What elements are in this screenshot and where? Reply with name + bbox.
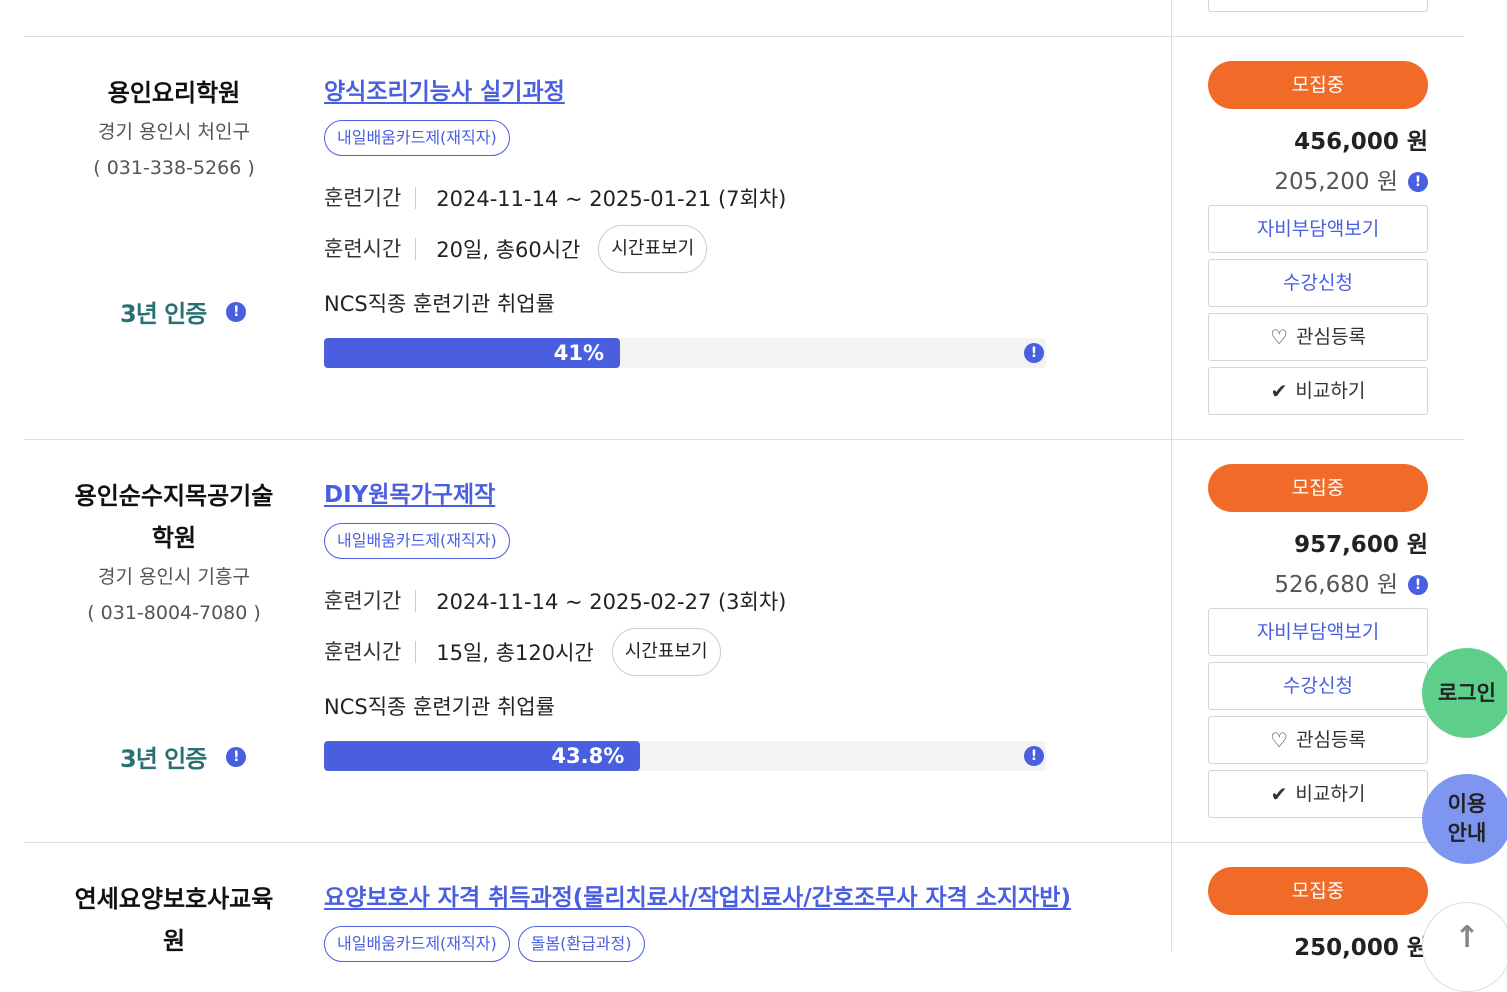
hours-value: 15일, 총120시간 bbox=[436, 641, 594, 665]
period-label: 훈련기간 bbox=[324, 590, 417, 612]
employment-rate-fill: 43.8% bbox=[324, 741, 641, 771]
tag-badge: 돌봄(환급과정) bbox=[517, 926, 645, 962]
ncs-label: NCS직종 훈련기관 취업률 bbox=[324, 292, 555, 316]
course-details: 요양보호사 자격 취득과정(물리치료사/작업치료사/간호조무사 자격 소지자반)… bbox=[324, 882, 1144, 962]
tag-badge: 내일배움카드제(재직자) bbox=[324, 926, 510, 962]
heart-icon: ♡ bbox=[1270, 325, 1288, 349]
institution-name[interactable]: 용인순수지목공기술 학원 bbox=[64, 475, 284, 559]
hours-label: 훈련시간 bbox=[324, 238, 417, 260]
course-title-link[interactable]: DIY원목가구제작 bbox=[324, 479, 1144, 511]
course-tags: 내일배움카드제(재직자) 돌봄(환급과정) bbox=[324, 926, 1144, 962]
course-price: 456,000 원 bbox=[1294, 129, 1428, 155]
institution-info: 용인순수지목공기술 학원 경기 용인시 기흥구 ( 031-8004-7080 ) bbox=[64, 475, 284, 631]
guide-button[interactable]: 이용 안내 bbox=[1422, 774, 1507, 864]
course-details: DIY원목가구제작 내일배움카드제(재직자) 훈련기간 2024-11-14 ~… bbox=[324, 479, 1144, 771]
info-icon[interactable]: ! bbox=[1024, 343, 1044, 363]
certification-badge: 3년 인증 ! bbox=[120, 739, 247, 774]
period-value: 2024-11-14 ~ 2025-02-27 (3회차) bbox=[436, 590, 787, 614]
institution-info: 연세요양보호사교육 원 bbox=[64, 878, 284, 962]
previous-button-stub[interactable] bbox=[1208, 0, 1428, 12]
self-pay-button[interactable]: 자비부담액보기 bbox=[1208, 608, 1428, 656]
course-tags: 내일배움카드제(재직자) bbox=[324, 120, 1144, 156]
column-divider bbox=[1171, 0, 1172, 951]
compare-button[interactable]: ✔ 비교하기 bbox=[1208, 770, 1428, 818]
info-icon[interactable]: ! bbox=[1024, 746, 1044, 766]
arrow-up-icon[interactable]: ↑ bbox=[1422, 902, 1507, 992]
training-period: 훈련기간 2024-11-14 ~ 2025-02-27 (3회차) bbox=[324, 581, 1144, 621]
course-tags: 내일배움카드제(재직자) bbox=[324, 523, 1144, 559]
course-actions: 모집중 957,600 원 526,680 원 ! 자비부담액보기 수강신청 ♡… bbox=[1208, 464, 1428, 818]
apply-button[interactable]: 수강신청 bbox=[1208, 662, 1428, 710]
institution-info: 용인요리학원 경기 용인시 처인구 ( 031-338-5266 ) bbox=[64, 72, 284, 186]
row-divider bbox=[24, 439, 1464, 440]
row-divider bbox=[24, 36, 1464, 37]
training-hours: 훈련시간 20일, 총60시간 시간표보기 bbox=[324, 224, 1144, 274]
institution-phone: ( 031-338-5266 ) bbox=[93, 157, 255, 179]
period-value: 2024-11-14 ~ 2025-01-21 (7회차) bbox=[436, 187, 787, 211]
employment-rate-bar: 41% ! bbox=[324, 338, 1046, 368]
tag-badge: 내일배움카드제(재직자) bbox=[324, 523, 510, 559]
timetable-button[interactable]: 시간표보기 bbox=[611, 628, 721, 676]
recruiting-status-button[interactable]: 모집중 bbox=[1208, 61, 1428, 109]
institution-name[interactable]: 연세요양보호사교육 원 bbox=[64, 878, 284, 962]
self-pay-price: 526,680 원 ! bbox=[1208, 572, 1428, 598]
employment-rate-bar: 43.8% ! bbox=[324, 741, 1046, 771]
hours-label: 훈련시간 bbox=[324, 641, 417, 663]
course-actions: 모집중 250,000 원 bbox=[1208, 867, 1428, 961]
check-icon: ✔ bbox=[1270, 782, 1288, 806]
apply-button[interactable]: 수강신청 bbox=[1208, 259, 1428, 307]
self-pay-price: 205,200 원 ! bbox=[1208, 169, 1428, 195]
check-icon: ✔ bbox=[1270, 379, 1288, 403]
info-icon[interactable]: ! bbox=[226, 301, 247, 322]
training-period: 훈련기간 2024-11-14 ~ 2025-01-21 (7회차) bbox=[324, 178, 1144, 218]
recruiting-status-button[interactable]: 모집중 bbox=[1208, 464, 1428, 512]
row-divider bbox=[24, 842, 1464, 843]
login-button[interactable]: 로그인 bbox=[1422, 648, 1507, 738]
certification-logo: 3년 인증 bbox=[120, 745, 207, 773]
timetable-button[interactable]: 시간표보기 bbox=[598, 225, 708, 273]
course-price: 250,000 원 bbox=[1294, 935, 1428, 961]
interest-button[interactable]: ♡ 관심등록 bbox=[1208, 716, 1428, 764]
institution-address: 경기 용인시 처인구 bbox=[98, 121, 250, 143]
period-label: 훈련기간 bbox=[324, 187, 417, 209]
interest-button[interactable]: ♡ 관심등록 bbox=[1208, 313, 1428, 361]
course-title-link[interactable]: 양식조리기능사 실기과정 bbox=[324, 76, 1144, 108]
recruiting-status-button[interactable]: 모집중 bbox=[1208, 867, 1428, 915]
info-icon[interactable]: ! bbox=[226, 746, 247, 767]
tag-badge: 내일배움카드제(재직자) bbox=[324, 120, 510, 156]
course-actions: 모집중 456,000 원 205,200 원 ! 자비부담액보기 수강신청 ♡… bbox=[1208, 61, 1428, 415]
certification-badge: 3년 인증 ! bbox=[120, 294, 247, 329]
ncs-label: NCS직종 훈련기관 취업률 bbox=[324, 695, 555, 719]
certification-logo: 3년 인증 bbox=[120, 300, 207, 328]
institution-address: 경기 용인시 기흥구 bbox=[98, 566, 250, 588]
course-title-link[interactable]: 요양보호사 자격 취득과정(물리치료사/작업치료사/간호조무사 자격 소지자반) bbox=[324, 882, 1144, 914]
institution-name[interactable]: 용인요리학원 bbox=[64, 72, 284, 114]
compare-button[interactable]: ✔ 비교하기 bbox=[1208, 367, 1428, 415]
course-price: 957,600 원 bbox=[1294, 532, 1428, 558]
self-pay-button[interactable]: 자비부담액보기 bbox=[1208, 205, 1428, 253]
info-icon[interactable]: ! bbox=[1408, 172, 1428, 192]
info-icon[interactable]: ! bbox=[1408, 575, 1428, 595]
hours-value: 20일, 총60시간 bbox=[436, 238, 581, 262]
employment-rate-fill: 41% bbox=[324, 338, 621, 368]
heart-icon: ♡ bbox=[1270, 728, 1288, 752]
institution-phone: ( 031-8004-7080 ) bbox=[87, 602, 261, 624]
training-hours: 훈련시간 15일, 총120시간 시간표보기 bbox=[324, 627, 1144, 677]
course-details: 양식조리기능사 실기과정 내일배움카드제(재직자) 훈련기간 2024-11-1… bbox=[324, 76, 1144, 368]
